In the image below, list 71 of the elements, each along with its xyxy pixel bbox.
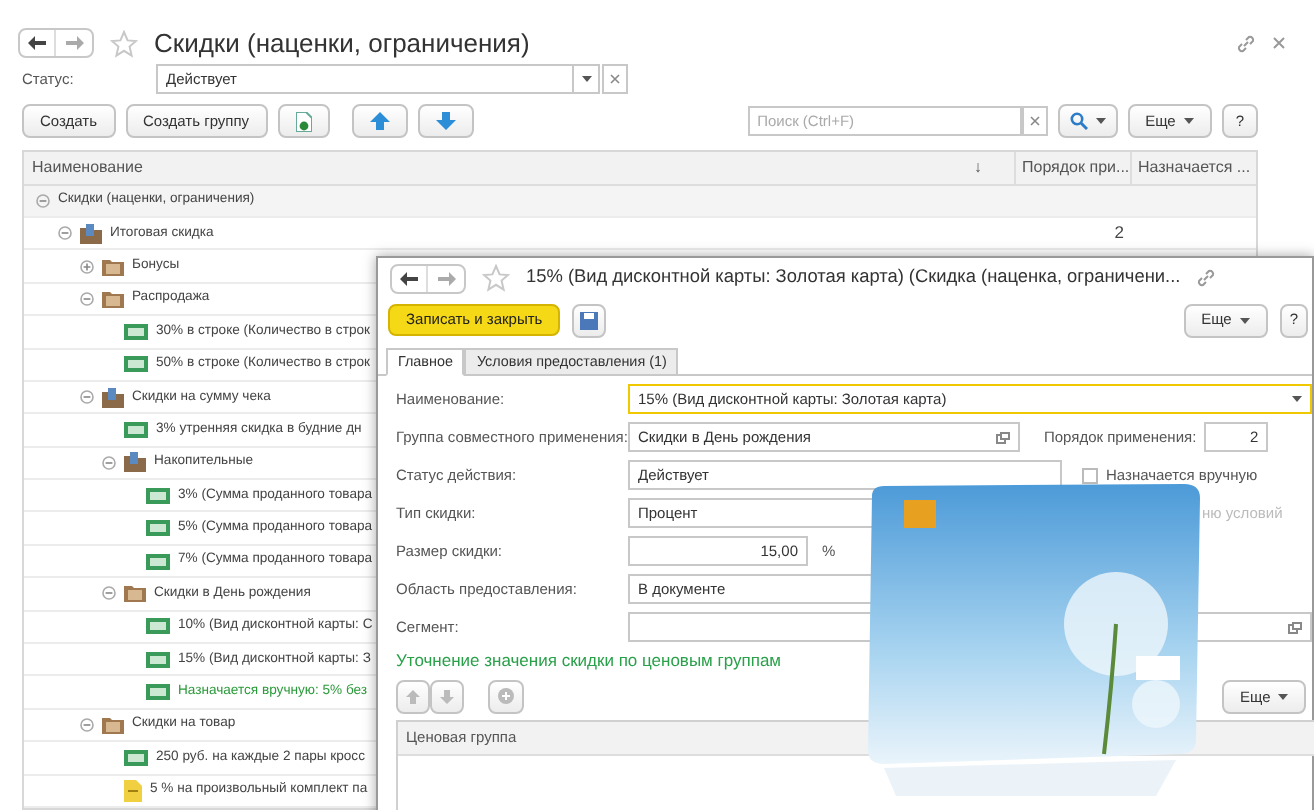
window-title: Скидки (наценки, ограничения) <box>154 26 530 63</box>
window-title: 15% (Вид дисконтной карты: Золотая карта) (Скидка (наценка, ограничени... <box>526 264 1181 291</box>
folder-icon <box>102 716 124 735</box>
close-icon <box>610 74 620 85</box>
dropdown-button[interactable] <box>574 64 600 95</box>
document-icon <box>124 779 142 802</box>
section-heading: Уточнение значения скидки по ценовым группам <box>394 648 784 674</box>
caret-icon <box>1292 396 1302 402</box>
caret-icon <box>1239 317 1250 323</box>
column-header[interactable]: Назначается ... <box>1130 151 1256 184</box>
folder-stack-icon <box>124 452 146 473</box>
back-arrow-icon <box>28 36 46 51</box>
price-tag-icon <box>146 651 170 668</box>
checkbox[interactable] <box>1082 467 1098 483</box>
forward-arrow-icon <box>65 36 83 51</box>
up-arrow-icon <box>369 112 390 131</box>
collapse-icon[interactable] <box>102 586 116 601</box>
price-tag-icon <box>146 553 170 570</box>
link-icon[interactable] <box>1196 268 1217 288</box>
open-icon[interactable] <box>996 431 1010 443</box>
move-up-button[interactable] <box>351 104 408 139</box>
down-arrow-icon <box>435 112 456 131</box>
sort-arrow: ↓ <box>974 155 984 180</box>
star-icon[interactable] <box>482 264 510 292</box>
collapse-icon[interactable] <box>80 390 94 405</box>
add-button[interactable] <box>488 679 524 714</box>
up-arrow-icon <box>406 689 420 704</box>
forward-arrow-icon <box>437 271 455 285</box>
back-arrow-icon <box>400 271 418 285</box>
close-icon <box>1029 116 1040 127</box>
folder-icon <box>102 257 124 276</box>
price-tag-icon <box>124 749 148 766</box>
move-up-button[interactable] <box>396 679 430 714</box>
open-icon[interactable] <box>1288 621 1302 633</box>
expand-icon[interactable] <box>80 259 94 274</box>
price-tag-icon <box>124 356 148 373</box>
column-header[interactable]: Порядок при... <box>1014 151 1130 184</box>
price-tag-icon <box>146 618 170 635</box>
plus-circle-icon <box>498 688 514 705</box>
search-button[interactable] <box>1057 104 1118 139</box>
price-tag-icon <box>146 684 170 701</box>
table-cell: 2 <box>1114 220 1124 247</box>
price-tag-icon <box>124 323 148 340</box>
document-add-icon <box>295 111 312 132</box>
collapse-icon[interactable] <box>36 193 50 208</box>
down-arrow-icon <box>440 689 454 704</box>
price-tag-icon <box>146 520 170 537</box>
search-icon <box>1069 112 1088 131</box>
price-tag-icon <box>146 487 170 504</box>
caret-icon <box>1095 118 1106 125</box>
collapse-icon[interactable] <box>58 226 72 241</box>
collapse-icon[interactable] <box>80 291 94 306</box>
price-tag-icon <box>124 422 148 438</box>
collapse-icon[interactable] <box>102 455 116 470</box>
move-down-button[interactable] <box>430 679 464 714</box>
copy-button[interactable] <box>277 104 330 139</box>
column-header[interactable]: Наименование <box>24 155 974 180</box>
save-button[interactable] <box>572 303 607 337</box>
caret-icon <box>1183 118 1194 125</box>
move-down-button[interactable] <box>417 104 474 139</box>
clear-button[interactable] <box>1021 106 1048 137</box>
caret-icon <box>1278 693 1289 700</box>
star-icon[interactable] <box>110 29 138 58</box>
folder-icon <box>124 584 146 603</box>
folder-stack-icon <box>102 387 124 408</box>
folder-icon <box>102 289 124 308</box>
collapse-icon[interactable] <box>80 718 94 733</box>
caret-icon <box>581 76 591 83</box>
link-icon[interactable] <box>1236 33 1256 54</box>
close-icon[interactable] <box>1272 36 1286 51</box>
folder-stack-icon <box>80 223 102 244</box>
